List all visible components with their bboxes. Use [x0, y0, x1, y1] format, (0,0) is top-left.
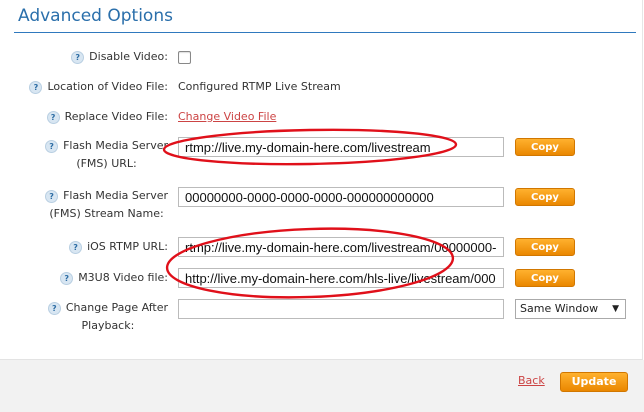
help-icon[interactable]: ?: [60, 271, 74, 285]
change-video-file-link[interactable]: Change Video File: [178, 107, 276, 127]
section-title: Advanced Options: [18, 6, 173, 26]
disable-video-label: ? Disable Video:: [71, 47, 168, 67]
m3u8-input[interactable]: http://live.my-domain-here.com/hls-live/…: [178, 268, 504, 288]
help-icon[interactable]: ?: [45, 189, 59, 203]
copy-m3u8-button[interactable]: Copy: [515, 269, 575, 287]
m3u8-label: ? M3U8 Video file:: [60, 268, 168, 288]
back-link[interactable]: Back: [518, 374, 545, 387]
footer-bar: [0, 360, 644, 412]
help-icon[interactable]: ?: [69, 240, 83, 254]
dropdown-arrow-icon: ▼: [612, 304, 619, 314]
copy-fms-stream-button[interactable]: Copy: [515, 188, 575, 206]
help-icon[interactable]: ?: [46, 110, 60, 124]
advanced-options-panel: Advanced Options ? Disable Video: ? Locati…: [0, 0, 643, 360]
fms-stream-label: ? Flash Media Server (FMS) Stream Name:: [45, 187, 168, 223]
location-label: ? Location of Video File:: [29, 77, 168, 97]
fms-stream-input[interactable]: 00000000-0000-0000-0000-000000000000: [178, 187, 504, 207]
help-icon[interactable]: ?: [71, 50, 85, 64]
ios-rtmp-label: ? iOS RTMP URL:: [69, 237, 168, 257]
change-page-url-input[interactable]: [178, 299, 504, 319]
location-value: Configured RTMP Live Stream: [178, 80, 341, 93]
change-page-label: ? Change Page After Playback:: [47, 299, 168, 335]
fms-url-input[interactable]: rtmp://live.my-domain-here.com/livestrea…: [178, 137, 504, 157]
window-target-select[interactable]: Same Window ▼: [515, 299, 626, 319]
replace-label: ? Replace Video File:: [46, 107, 168, 127]
update-button[interactable]: Update: [560, 372, 628, 392]
help-icon[interactable]: ?: [45, 139, 59, 153]
ios-rtmp-input[interactable]: rtmp://live.my-domain-here.com/livestrea…: [178, 237, 504, 257]
disable-video-checkbox[interactable]: [178, 51, 191, 64]
help-icon[interactable]: ?: [29, 80, 43, 94]
window-target-value: Same Window: [520, 302, 599, 315]
copy-ios-rtmp-button[interactable]: Copy: [515, 238, 575, 256]
fms-url-label: ? Flash Media Server (FMS) URL:: [45, 137, 168, 173]
copy-fms-url-button[interactable]: Copy: [515, 138, 575, 156]
title-divider: [14, 32, 636, 33]
help-icon[interactable]: ?: [47, 301, 61, 315]
